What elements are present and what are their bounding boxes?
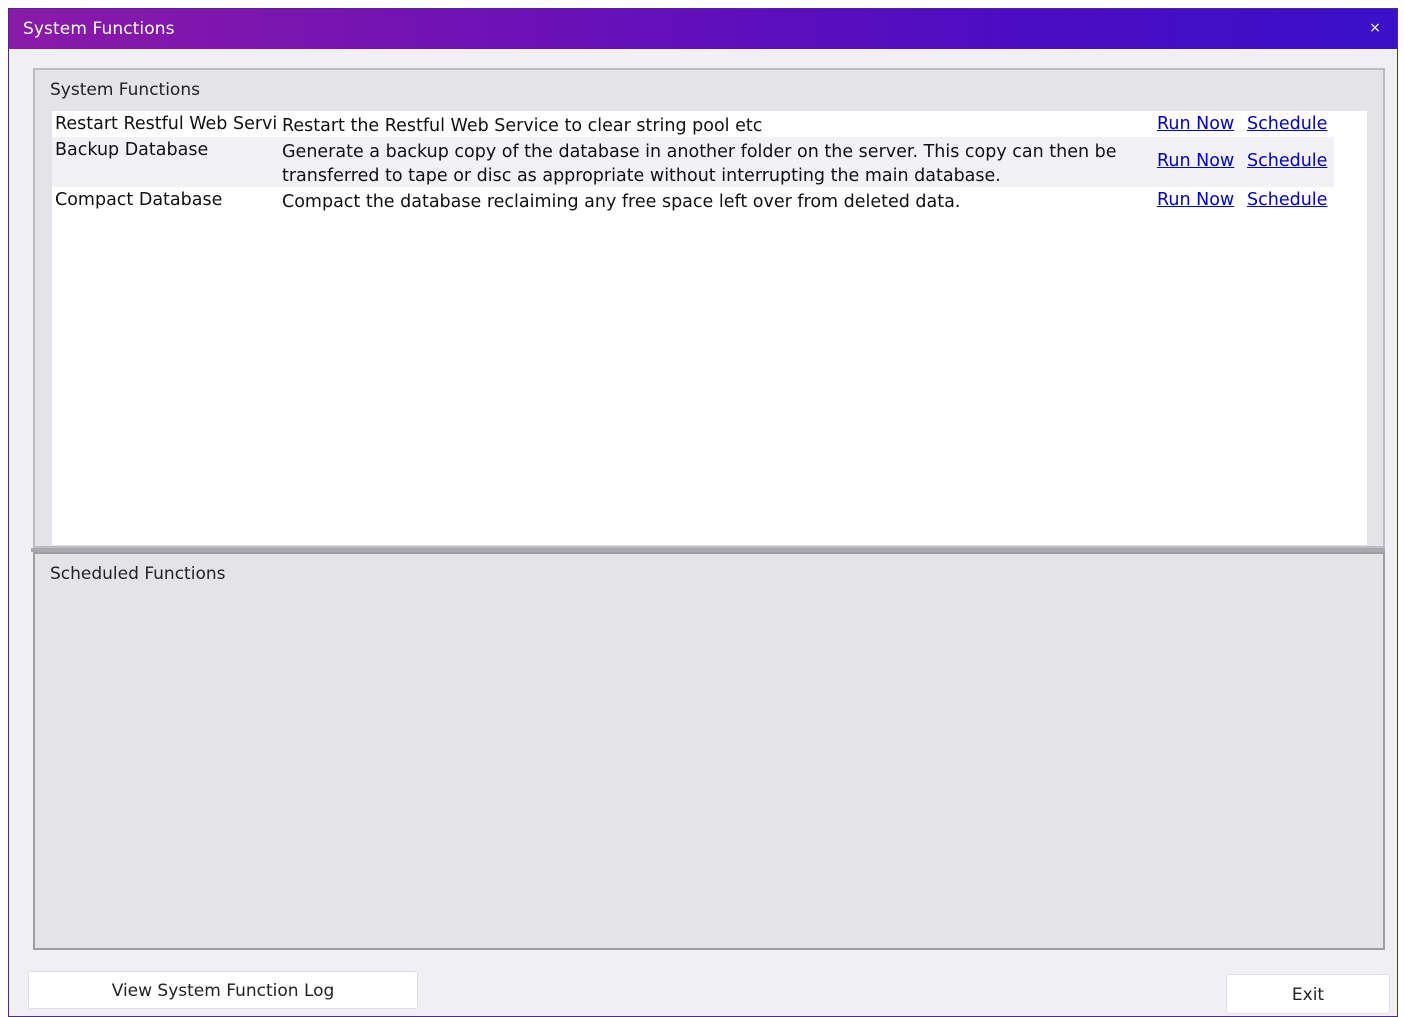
schedule-link[interactable]: Schedule (1247, 151, 1327, 171)
scheduled-functions-panel: Scheduled Functions (33, 552, 1385, 950)
window-title: System Functions (23, 19, 175, 39)
close-icon[interactable]: × (1365, 18, 1385, 38)
system-functions-panel: System Functions Restart Restful Web Ser… (33, 68, 1385, 548)
schedule-link[interactable]: Schedule (1247, 114, 1327, 134)
view-log-button[interactable]: View System Function Log (28, 971, 418, 1009)
system-functions-label: System Functions (50, 80, 200, 100)
exit-button[interactable]: Exit (1226, 974, 1390, 1014)
scheduled-functions-label: Scheduled Functions (50, 564, 226, 584)
function-description: Generate a backup copy of the database i… (282, 142, 1117, 186)
function-description: Restart the Restful Web Service to clear… (282, 116, 763, 136)
function-description: Compact the database reclaiming any free… (282, 192, 961, 212)
schedule-link[interactable]: Schedule (1247, 190, 1327, 210)
system-functions-window: System Functions × System Functions Rest… (8, 8, 1398, 1017)
run-now-link[interactable]: Run Now (1157, 190, 1234, 210)
function-name: Backup Database (55, 140, 209, 160)
function-row-restart: Restart Restful Web Service Restart the … (52, 111, 1334, 137)
function-row-compact: Compact Database Compact the database re… (52, 187, 1334, 213)
run-now-link[interactable]: Run Now (1157, 114, 1234, 134)
system-functions-list: Restart Restful Web Service Restart the … (52, 111, 1367, 545)
function-row-backup: Backup Database Generate a backup copy o… (52, 137, 1334, 187)
function-name: Compact Database (55, 190, 223, 210)
title-bar[interactable]: System Functions × (9, 9, 1397, 49)
run-now-link[interactable]: Run Now (1157, 151, 1234, 171)
function-name: Restart Restful Web Service (55, 114, 277, 134)
